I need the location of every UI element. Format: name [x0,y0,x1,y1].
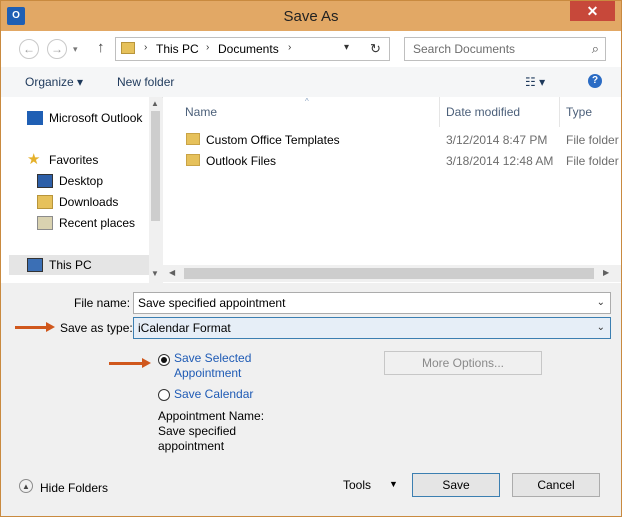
chevron-down-icon[interactable]: ⌄ [597,297,605,308]
breadcrumb-separator: › [206,42,210,53]
star-icon: ★ [27,151,41,168]
save-calendar-label[interactable]: Save Calendar [174,387,253,402]
column-divider[interactable] [559,97,560,127]
organize-menu[interactable]: Organize ▾ [25,75,83,89]
breadcrumb-documents[interactable]: Documents [218,42,279,56]
refresh-icon[interactable]: ↻ [370,41,381,57]
navigation-bar: ← → ▾ ↑ › This PC › Documents › ▾ ↻ ⌕ [1,31,621,67]
scroll-right-icon[interactable]: ▶ [603,268,609,277]
sort-ascending-icon: ^ [305,97,309,106]
column-header-date-modified[interactable]: Date modified [446,105,520,119]
title-bar[interactable]: O Save As ✕ [1,1,621,31]
recent-locations-chevron-icon[interactable]: ▾ [73,44,78,55]
folder-icon [186,154,200,166]
breadcrumb-separator: › [144,42,148,53]
hide-folders-button[interactable]: Hide Folders [40,481,108,495]
column-divider[interactable] [439,97,440,127]
address-dropdown-icon[interactable]: ▾ [344,42,349,53]
save-as-type-select[interactable]: iCalendar Format ⌄ [133,317,611,339]
column-header-name[interactable]: Name [185,105,217,119]
scroll-left-icon[interactable]: ◀ [169,268,175,277]
downloads-icon [37,195,53,209]
help-icon[interactable]: ? [588,74,602,88]
file-list: ^ Name Date modified Type Custom Office … [163,97,621,283]
save-as-dialog: O Save As ✕ ← → ▾ ↑ › This PC › Document… [0,0,622,517]
navigation-pane-scrollbar[interactable]: ▲ ▼ [149,97,162,283]
annotation-arrow-icon [109,358,151,368]
outlook-icon [27,111,43,125]
file-row[interactable]: Custom Office Templates 3/12/2014 8:47 P… [163,130,621,151]
breadcrumb-this-pc[interactable]: This PC [156,42,199,56]
save-selected-appointment-radio[interactable] [158,354,170,366]
scrollbar-thumb[interactable] [151,111,160,221]
annotation-arrow-icon [15,322,55,332]
tools-chevron-down-icon[interactable]: ▼ [389,479,398,489]
save-selected-appointment-label[interactable]: Save Selected Appointment [174,351,264,381]
folder-icon [186,133,200,145]
tools-menu[interactable]: Tools [343,478,371,492]
view-options-icon[interactable]: ☷ ▾ [525,75,545,89]
computer-icon [27,258,43,272]
recent-places-icon [37,216,53,230]
scrollbar-thumb[interactable] [184,268,594,279]
file-name-label: File name: [74,296,131,310]
forward-button[interactable]: → [47,39,67,59]
save-as-type-label: Save as type: [60,321,133,335]
more-options-button[interactable]: More Options... [384,351,542,375]
scroll-up-icon[interactable]: ▲ [151,99,159,108]
navigation-pane: Microsoft Outlook ★ Favorites Desktop Do… [1,97,161,283]
sidebar-item-this-pc[interactable]: This PC [9,255,149,275]
search-input[interactable] [411,41,585,57]
back-button[interactable]: ← [19,39,39,59]
search-box[interactable]: ⌕ [404,37,606,61]
toolbar: Organize ▾ New folder ☷ ▾ ? [1,67,621,98]
search-icon[interactable]: ⌕ [592,41,599,57]
save-button[interactable]: Save [412,473,500,497]
new-folder-button[interactable]: New folder [117,75,174,89]
close-button[interactable]: ✕ [570,1,615,21]
file-row[interactable]: Outlook Files 3/18/2014 12:48 AM File fo… [163,151,621,172]
column-header-type[interactable]: Type [566,105,592,119]
save-calendar-radio[interactable] [158,389,170,401]
breadcrumb-separator: › [288,42,292,53]
window-title: Save As [283,8,339,25]
hide-folders-icon[interactable]: ▲ [19,479,33,493]
appointment-name-value: Save specified appointment [158,424,237,453]
up-button[interactable]: ↑ [97,39,105,56]
scroll-down-icon[interactable]: ▼ [151,269,159,278]
cancel-button[interactable]: Cancel [512,473,600,497]
file-list-scrollbar[interactable]: ◀ ▶ [163,265,621,282]
address-bar[interactable]: › This PC › Documents › ▾ ↻ [115,37,390,61]
appointment-name-label: Appointment Name: [158,409,265,423]
file-name-field[interactable]: Save specified appointment ⌄ [133,292,611,314]
appointment-name-info: Appointment Name: Save specified appoint… [158,409,264,454]
folder-icon [121,42,135,54]
chevron-down-icon[interactable]: ⌄ [597,322,605,333]
desktop-icon [37,174,53,188]
